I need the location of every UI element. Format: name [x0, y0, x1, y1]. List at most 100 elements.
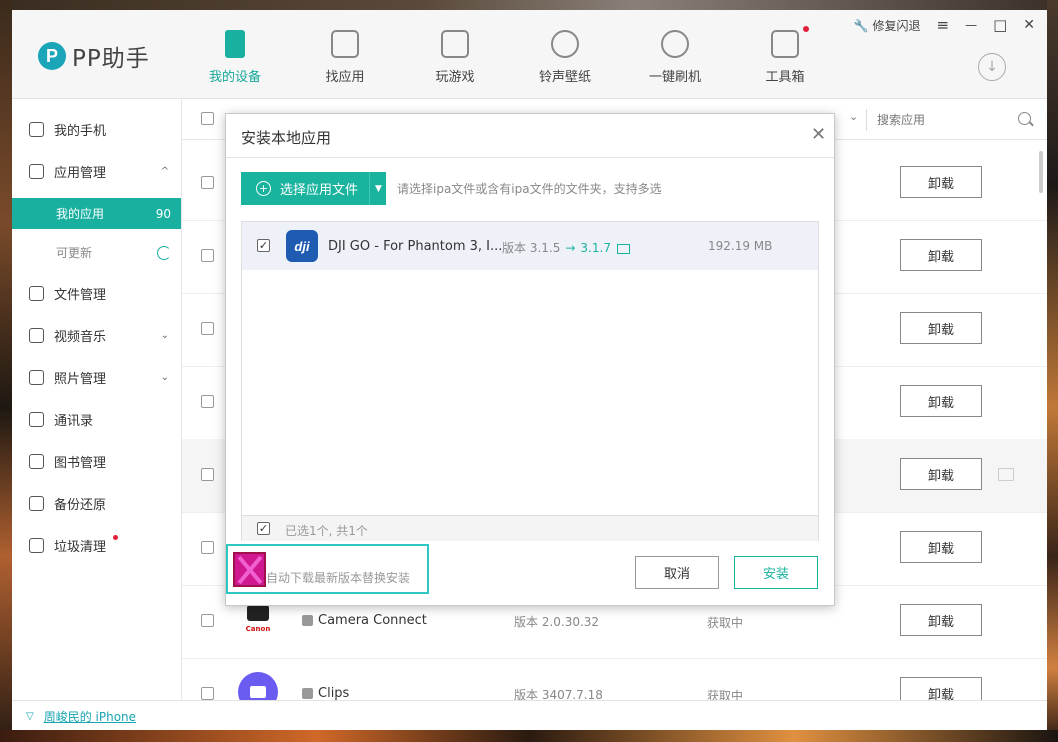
select-app-file-button[interactable]: + 选择应用文件 ▼: [241, 172, 386, 205]
sidebar-item-label: 备份还原: [54, 497, 107, 513]
row-checkbox[interactable]: [201, 687, 214, 700]
select-hint: 请选择ipa文件或含有ipa文件的文件夹，支持多选: [397, 182, 662, 196]
row-checkbox[interactable]: [201, 468, 214, 481]
sidebar-item-updatable[interactable]: 可更新: [12, 237, 181, 268]
sort-chevron-icon[interactable]: ⌄: [849, 110, 858, 123]
chevron-up-icon: ^: [160, 165, 169, 177]
minimize-icon[interactable]: —: [965, 18, 977, 32]
nav-find-apps[interactable]: 找应用: [305, 30, 385, 85]
uninstall-button[interactable]: 卸载: [900, 531, 982, 563]
list-item[interactable]: ✓ dji DJI GO - For Phantom 3, I... 版本 3.…: [242, 222, 818, 270]
row-checkbox[interactable]: [201, 176, 214, 189]
sidebar-item-cleanup[interactable]: 垃圾清理: [12, 531, 181, 559]
maximize-icon[interactable]: □: [993, 16, 1007, 34]
book-icon: [29, 453, 44, 469]
close-icon[interactable]: ✕: [1023, 17, 1035, 33]
uninstall-button[interactable]: 卸载: [900, 166, 982, 198]
refresh-icon: [661, 30, 689, 58]
sidebar-item-photos[interactable]: 照片管理 ⌄: [12, 363, 181, 391]
app-version: 版本 2.0.30.32: [514, 615, 600, 629]
play-icon: [29, 327, 44, 343]
sidebar-item-contacts[interactable]: 通讯录: [12, 405, 181, 433]
sidebar-item-files[interactable]: 文件管理: [12, 279, 181, 307]
device-link[interactable]: 周峻民的 iPhone: [44, 708, 136, 725]
file-size: 192.19 MB: [708, 239, 773, 253]
sidebar-item-label: 垃圾清理: [54, 539, 107, 555]
dji-app-icon: dji: [286, 230, 318, 262]
nav-my-device[interactable]: 我的设备: [195, 30, 275, 85]
file-version: 版本 3.1.5 → 3.1.7: [502, 239, 630, 256]
sidebar-item-label: 我的应用: [56, 207, 105, 221]
sidebar-item-label: 我的手机: [54, 123, 107, 139]
nav-label: 一键刷机: [648, 70, 701, 85]
app-name: Camera Connect: [318, 613, 427, 628]
sidebar-item-label: 视频音乐: [54, 329, 107, 345]
cancel-button[interactable]: 取消: [635, 556, 719, 589]
scrollbar-thumb[interactable]: [1039, 151, 1043, 193]
photo-icon: [29, 369, 44, 385]
file-checkbox[interactable]: ✓: [257, 239, 270, 252]
nav-toolbox[interactable]: 工具箱: [745, 26, 825, 85]
folder-icon: [29, 285, 44, 301]
uninstall-button[interactable]: 卸载: [900, 604, 982, 636]
device-chevron-icon[interactable]: ▽: [26, 711, 34, 722]
auto-download-label: 自动下载最新版本替换安装: [266, 571, 411, 585]
auto-download-checkbox[interactable]: [233, 552, 266, 587]
contacts-icon: [29, 411, 44, 427]
select-all-checkbox[interactable]: [201, 112, 214, 125]
desktop-background-top: [0, 0, 1058, 10]
bottom-bar: ▽ 周峻民的 iPhone: [12, 700, 1047, 730]
desktop-background-right: [1047, 0, 1058, 742]
sidebar-item-my-apps[interactable]: 我的应用 90: [12, 198, 181, 229]
select-all-files-checkbox[interactable]: ✓: [257, 522, 270, 535]
sidebar-item-label: 照片管理: [54, 371, 107, 387]
sidebar-item-app-manage[interactable]: 应用管理 ^: [12, 157, 181, 185]
row-checkbox[interactable]: [201, 541, 214, 554]
nav-ringtones[interactable]: 铃声壁纸: [525, 30, 605, 85]
menu-icon[interactable]: ≡: [937, 16, 950, 34]
file-list: ✓ dji DJI GO - For Phantom 3, I... 版本 3.…: [241, 221, 819, 541]
sidebar: 我的手机 应用管理 ^ 我的应用 90 可更新 文件管理 视频音乐 ⌄ 照片管理…: [12, 99, 182, 710]
nav-flash[interactable]: 一键刷机: [635, 30, 715, 85]
close-icon[interactable]: ✕: [805, 124, 826, 145]
uninstall-button[interactable]: 卸载: [900, 385, 982, 417]
app-store-icon: [302, 615, 313, 626]
auto-download-option-highlight: 自动下载最新版本替换安装: [226, 544, 429, 594]
uninstall-button[interactable]: 卸载: [900, 458, 982, 490]
check-icon: ✓: [258, 239, 269, 252]
install-local-app-dialog: 安装本地应用 ✕ + 选择应用文件 ▼ 请选择ipa文件或含有ipa文件的文件夹…: [225, 113, 835, 606]
canon-logo-text: Canon: [245, 625, 271, 633]
uninstall-button[interactable]: 卸载: [900, 239, 982, 271]
app-count-badge: 90: [155, 206, 171, 221]
chevron-down-icon: ⌄: [160, 329, 169, 341]
version-info-icon[interactable]: [616, 243, 630, 254]
dropdown-arrow-icon[interactable]: ▼: [369, 172, 387, 205]
download-icon[interactable]: ↓: [978, 53, 1006, 81]
version-current: 版本 3.1.5: [502, 241, 561, 255]
dialog-title: 安装本地应用: [241, 129, 332, 147]
button-label: 选择应用文件: [280, 183, 359, 198]
row-checkbox[interactable]: [201, 614, 214, 627]
search-icon[interactable]: [1018, 112, 1031, 125]
sidebar-item-my-phone[interactable]: 我的手机: [12, 115, 181, 143]
sidebar-item-backup[interactable]: 备份还原: [12, 489, 181, 517]
dialog-header: 安装本地应用 ✕: [226, 114, 834, 158]
nav-label: 铃声壁纸: [538, 70, 591, 85]
app-manage-icon: [29, 163, 44, 179]
app-logo: P PP助手: [38, 39, 150, 73]
folder-icon[interactable]: [998, 468, 1014, 481]
nav-games[interactable]: 玩游戏: [415, 30, 495, 85]
backup-icon: [29, 495, 44, 511]
list-footer: ✓ 已选1个, 共1个: [242, 515, 818, 541]
sidebar-item-video-music[interactable]: 视频音乐 ⌄: [12, 321, 181, 349]
chevron-down-icon: ⌄: [160, 371, 169, 383]
install-button[interactable]: 安装: [734, 556, 818, 589]
row-checkbox[interactable]: [201, 322, 214, 335]
sidebar-item-books[interactable]: 图书管理: [12, 447, 181, 475]
row-checkbox[interactable]: [201, 249, 214, 262]
arrow-icon: →: [565, 241, 576, 255]
repair-crash-button[interactable]: 🔧 修复闪退: [854, 17, 921, 34]
uninstall-button[interactable]: 卸载: [900, 312, 982, 344]
row-checkbox[interactable]: [201, 395, 214, 408]
selection-summary: 已选1个, 共1个: [285, 524, 368, 538]
